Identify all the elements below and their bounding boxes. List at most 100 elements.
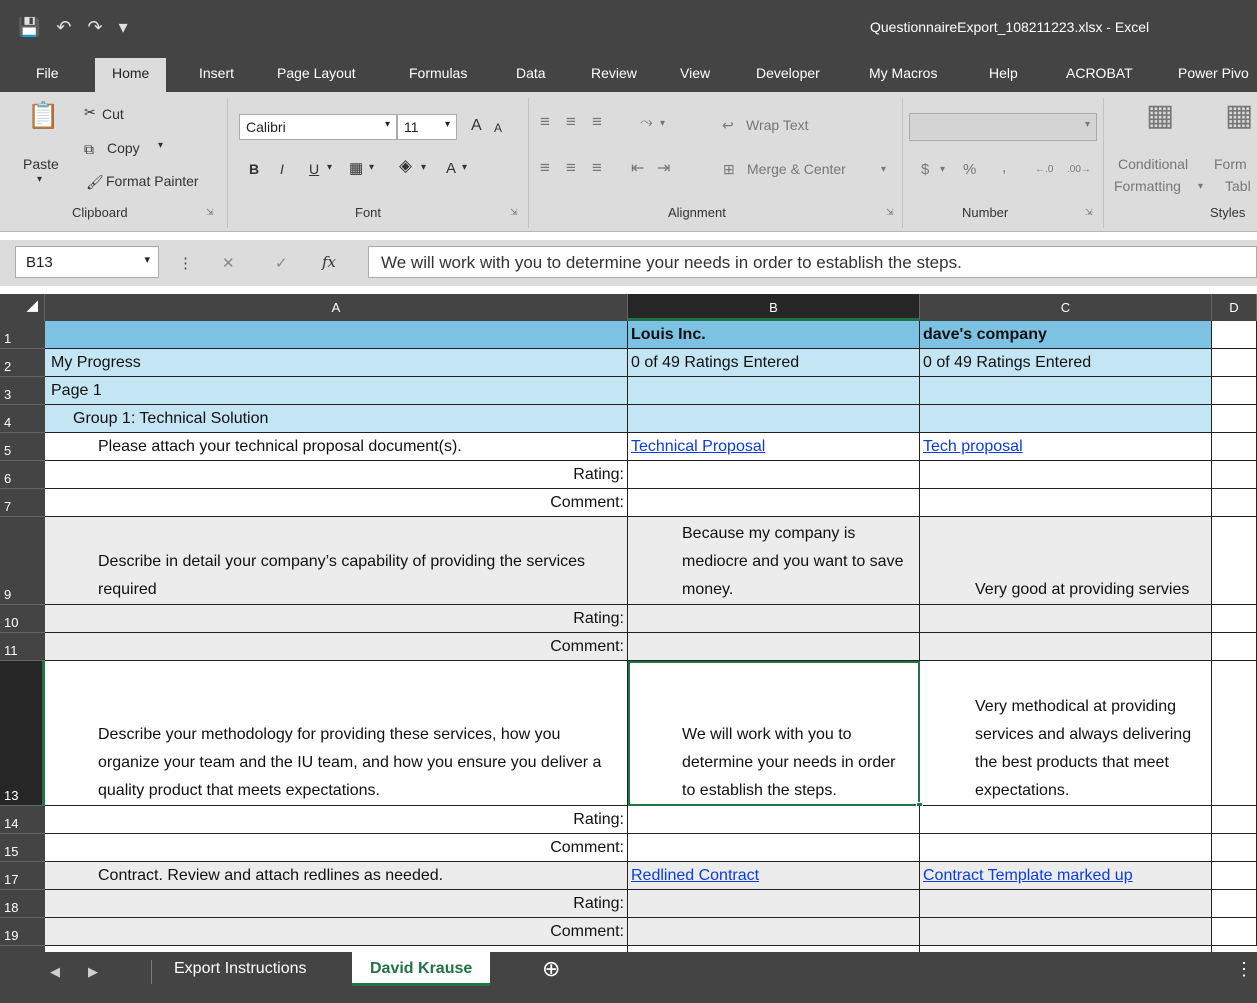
add-sheet-icon[interactable]: ⊕ bbox=[542, 956, 560, 982]
row-header[interactable]: 1 bbox=[0, 321, 45, 349]
font-size-box[interactable]: 11 ▾ bbox=[397, 114, 457, 140]
cell-b10[interactable] bbox=[628, 605, 920, 633]
row-header[interactable]: 9 bbox=[0, 517, 45, 605]
format-painter-button[interactable]: Format Painter bbox=[106, 173, 199, 189]
align-right-icon[interactable]: ≡ bbox=[592, 158, 602, 178]
cell-a17[interactable]: Contract. Review and attach redlines as … bbox=[45, 862, 628, 890]
cell-a18[interactable]: Rating: bbox=[45, 890, 628, 918]
conditional-button[interactable]: Conditional bbox=[1118, 156, 1188, 172]
number-format-box[interactable]: ▾ bbox=[909, 113, 1097, 141]
cell-c6[interactable] bbox=[920, 461, 1212, 489]
row-header[interactable]: 14 bbox=[0, 806, 45, 834]
increase-decimal-icon[interactable]: ←.0 bbox=[1035, 164, 1053, 175]
undo-icon[interactable]: ↶ bbox=[56, 17, 71, 38]
formatting-button[interactable]: Formatting bbox=[1114, 178, 1181, 194]
cell-d17[interactable] bbox=[1212, 862, 1257, 890]
cell-a5[interactable]: Please attach your technical proposal do… bbox=[45, 433, 628, 461]
name-box[interactable]: B13 ▾ bbox=[15, 246, 159, 278]
save-icon[interactable]: 💾 bbox=[18, 17, 40, 38]
tab-view[interactable]: View bbox=[680, 65, 710, 81]
row-header[interactable]: 13 bbox=[0, 661, 45, 806]
currency-dropdown-icon[interactable]: ▾ bbox=[940, 164, 945, 175]
cell-a2[interactable]: My Progress bbox=[45, 349, 628, 377]
cell-c19[interactable] bbox=[920, 918, 1212, 946]
cell-c10[interactable] bbox=[920, 605, 1212, 633]
customize-qat-icon[interactable]: ▾ bbox=[119, 17, 128, 38]
grow-font-icon[interactable]: A bbox=[471, 117, 482, 135]
cell-d10[interactable] bbox=[1212, 605, 1257, 633]
redo-icon[interactable]: ↷ bbox=[88, 17, 103, 38]
insert-function-button[interactable]: fx bbox=[322, 253, 336, 271]
borders-dropdown-icon[interactable]: ▾ bbox=[369, 162, 374, 173]
more-options-icon[interactable]: ⋮ bbox=[1235, 959, 1253, 980]
paste-dropdown-icon[interactable]: ▾ bbox=[37, 174, 42, 185]
cell-b2[interactable]: 0 of 49 Ratings Entered bbox=[628, 349, 920, 377]
clipboard-launcher-icon[interactable]: ⇲ bbox=[206, 207, 214, 218]
format-as-table-button[interactable]: Form bbox=[1214, 156, 1247, 172]
tab-file[interactable]: File bbox=[36, 65, 59, 81]
cell-c3[interactable] bbox=[920, 377, 1212, 405]
increase-indent-icon[interactable]: ⇥ bbox=[657, 158, 670, 178]
underline-button[interactable]: U bbox=[309, 161, 319, 177]
row-header[interactable]: 15 bbox=[0, 834, 45, 862]
cell-d1[interactable] bbox=[1212, 321, 1257, 349]
cell-a3[interactable]: Page 1 bbox=[45, 377, 628, 405]
number-launcher-icon[interactable]: ⇲ bbox=[1085, 207, 1093, 218]
tab-home[interactable]: Home bbox=[95, 58, 167, 92]
cell-d15[interactable] bbox=[1212, 834, 1257, 862]
tab-page-layout[interactable]: Page Layout bbox=[277, 65, 356, 81]
tab-developer[interactable]: Developer bbox=[756, 65, 820, 81]
cell-d14[interactable] bbox=[1212, 806, 1257, 834]
wrap-text-button[interactable]: Wrap Text bbox=[746, 117, 809, 133]
underline-dropdown-icon[interactable]: ▾ bbox=[327, 162, 332, 173]
cell-a13[interactable]: Describe your methodology for providing … bbox=[45, 661, 628, 806]
row-header[interactable]: 6 bbox=[0, 461, 45, 489]
cell-d18[interactable] bbox=[1212, 890, 1257, 918]
cell-b3[interactable] bbox=[628, 377, 920, 405]
row-header[interactable]: 5 bbox=[0, 433, 45, 461]
merge-center-button[interactable]: Merge & Center bbox=[747, 161, 846, 177]
cell-a6[interactable]: Rating: bbox=[45, 461, 628, 489]
alignment-launcher-icon[interactable]: ⇲ bbox=[886, 207, 894, 218]
cell-d13[interactable] bbox=[1212, 661, 1257, 806]
fill-color-dropdown-icon[interactable]: ▾ bbox=[421, 162, 426, 173]
cell-a10[interactable]: Rating: bbox=[45, 605, 628, 633]
cell-c17-link[interactable]: Contract Template marked up bbox=[920, 862, 1212, 890]
column-header-b[interactable]: B bbox=[628, 294, 920, 321]
cell-b4[interactable] bbox=[628, 405, 920, 433]
formula-input[interactable]: We will work with you to determine your … bbox=[368, 246, 1257, 278]
row-header[interactable]: 17 bbox=[0, 862, 45, 890]
cell-d19[interactable] bbox=[1212, 918, 1257, 946]
cell-c14[interactable] bbox=[920, 806, 1212, 834]
cell-c5-link[interactable]: Tech proposal bbox=[920, 433, 1212, 461]
cell-b13-selected[interactable]: We will work with you to determine your … bbox=[628, 661, 920, 806]
row-header[interactable]: 10 bbox=[0, 605, 45, 633]
row-header[interactable]: 2 bbox=[0, 349, 45, 377]
cell-d2[interactable] bbox=[1212, 349, 1257, 377]
italic-button[interactable]: I bbox=[280, 161, 284, 177]
row-header[interactable]: 18 bbox=[0, 890, 45, 918]
sheet-tab-export-instructions[interactable]: Export Instructions bbox=[174, 952, 307, 986]
cell-b5-link[interactable]: Technical Proposal bbox=[628, 433, 920, 461]
cancel-entry-icon[interactable]: ✕ bbox=[222, 254, 235, 272]
confirm-entry-icon[interactable]: ✓ bbox=[275, 254, 288, 272]
tab-insert[interactable]: Insert bbox=[199, 65, 234, 81]
font-color-dropdown-icon[interactable]: ▾ bbox=[462, 162, 467, 173]
decrease-decimal-icon[interactable]: .00→ bbox=[1067, 164, 1091, 175]
bold-button[interactable]: B bbox=[249, 161, 259, 177]
comma-button[interactable]: , bbox=[1002, 159, 1006, 176]
percent-button[interactable]: % bbox=[963, 161, 976, 178]
cell-c18[interactable] bbox=[920, 890, 1212, 918]
sheet-tab-david-krause[interactable]: David Krause bbox=[352, 952, 491, 986]
orientation-icon[interactable]: ⤳ bbox=[640, 114, 653, 132]
cell-c9[interactable]: Very good at providing servies bbox=[920, 517, 1212, 605]
cell-c11[interactable] bbox=[920, 633, 1212, 661]
cell-a11[interactable]: Comment: bbox=[45, 633, 628, 661]
cell-c4[interactable] bbox=[920, 405, 1212, 433]
tab-power-pivot[interactable]: Power Pivo bbox=[1178, 65, 1249, 81]
cell-b14[interactable] bbox=[628, 806, 920, 834]
select-all-corner[interactable]: ◢ bbox=[0, 294, 45, 321]
conditional-dropdown-icon[interactable]: ▾ bbox=[1198, 181, 1203, 192]
align-left-icon[interactable]: ≡ bbox=[540, 158, 550, 178]
cell-c13[interactable]: Very methodical at providing services an… bbox=[920, 661, 1212, 806]
